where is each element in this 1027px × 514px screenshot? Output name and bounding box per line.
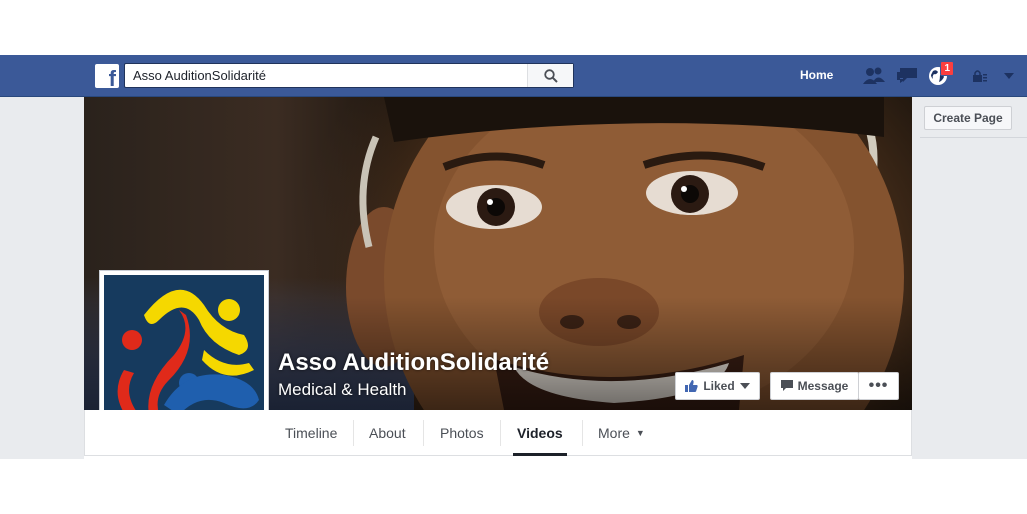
divider bbox=[920, 137, 1027, 138]
search-icon bbox=[543, 68, 558, 83]
caret-down-icon: ▼ bbox=[635, 428, 645, 438]
left-gutter bbox=[0, 97, 84, 459]
message-label: Message bbox=[797, 379, 849, 393]
right-column bbox=[912, 97, 1027, 459]
messages-icon[interactable] bbox=[895, 65, 919, 87]
home-link[interactable]: Home bbox=[800, 68, 833, 82]
privacy-lock-icon[interactable] bbox=[972, 65, 988, 87]
liked-button[interactable]: Liked bbox=[675, 372, 760, 400]
page-title[interactable]: Asso AuditionSolidarité bbox=[278, 349, 549, 377]
account-dropdown-icon[interactable] bbox=[1001, 65, 1017, 87]
thumbs-up-icon bbox=[685, 380, 698, 392]
friend-requests-icon[interactable] bbox=[862, 65, 886, 87]
page-category[interactable]: Medical & Health bbox=[278, 380, 407, 400]
more-actions-button[interactable]: ••• bbox=[858, 372, 899, 400]
caret-down-icon bbox=[739, 383, 750, 389]
message-button[interactable]: Message bbox=[770, 372, 859, 400]
tab-about[interactable]: About bbox=[353, 410, 422, 456]
notification-count-badge: 1 bbox=[940, 61, 954, 76]
page-tab-bar: Timeline About Photos Videos More ▼ bbox=[84, 410, 912, 456]
tab-photos[interactable]: Photos bbox=[424, 410, 500, 456]
search-button[interactable] bbox=[527, 64, 573, 87]
message-icon bbox=[780, 380, 793, 391]
tab-videos[interactable]: Videos bbox=[501, 410, 579, 456]
search-input[interactable] bbox=[125, 64, 527, 87]
notifications-globe-icon[interactable]: 1 bbox=[926, 61, 954, 87]
facebook-page-screen: f Home bbox=[0, 0, 1027, 514]
top-navigation-bar: f Home bbox=[0, 55, 1027, 97]
create-page-button[interactable]: Create Page bbox=[924, 106, 1012, 130]
tab-timeline[interactable]: Timeline bbox=[269, 410, 353, 456]
tab-more[interactable]: More ▼ bbox=[582, 410, 661, 456]
facebook-logo-icon[interactable]: f bbox=[95, 64, 119, 90]
liked-label: Liked bbox=[703, 379, 735, 393]
search-box bbox=[124, 63, 574, 88]
